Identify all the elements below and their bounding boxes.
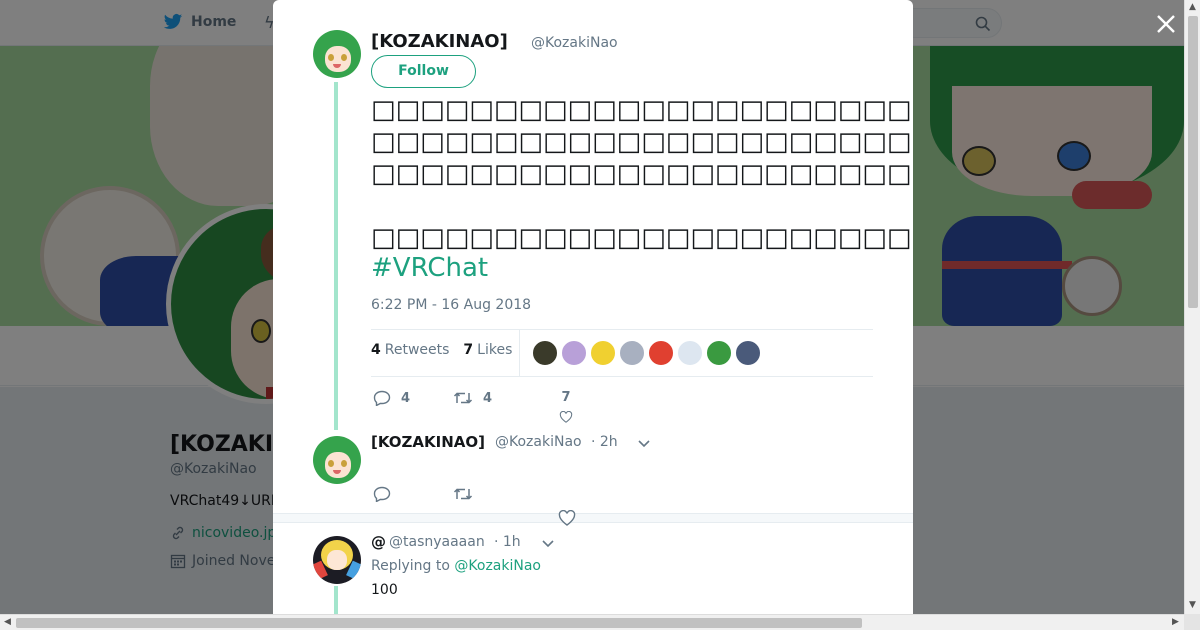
retweet-button[interactable]: [453, 486, 473, 502]
retweet-button[interactable]: 4: [453, 390, 492, 406]
scroll-left-arrow-icon[interactable]: ◀: [4, 617, 11, 627]
close-icon[interactable]: [1154, 12, 1178, 36]
divider: [371, 329, 873, 330]
reply-divider: [273, 513, 913, 523]
likes-label[interactable]: Likes: [477, 342, 512, 358]
reply-author-handle[interactable]: @tasnyaaaan: [389, 534, 485, 550]
reply-icon: [373, 390, 391, 406]
reply-author-name[interactable]: @: [371, 533, 386, 551]
liker-avatar[interactable]: [677, 340, 703, 366]
retweet-count: 4: [483, 390, 493, 406]
divider: [519, 330, 520, 376]
tweet-text-line: □□□□□□□□□□□□□□□□□□□□□□□□□□□□□□□□□□□□□□□□…: [371, 127, 913, 157]
reply-author-handle[interactable]: @KozakiNao: [495, 434, 582, 450]
scrollbar-corner: [1184, 614, 1200, 630]
tweet-text-line: □□□□□□□□□□□□□□□□□□□□□□□: [371, 159, 913, 189]
scroll-up-arrow-icon[interactable]: ▲: [1189, 2, 1196, 12]
reply-button[interactable]: 4: [373, 390, 410, 406]
tweet-modal: [KOZAKINAO] @KozakiNao Follow □□□□□□□□□□…: [273, 0, 913, 614]
replying-to: Replying to @KozakiNao: [371, 558, 541, 574]
thread-line: [334, 82, 338, 430]
reply-author-name[interactable]: [KOZAKINAO]: [371, 433, 485, 451]
scroll-right-arrow-icon[interactable]: ▶: [1172, 617, 1179, 627]
tweet-text-line: □□□□□□□□□□□□□□□□□□□□□□□□□□□□□□□□□□□□□□□□: [371, 95, 913, 125]
replying-to-handle[interactable]: @KozakiNao: [454, 558, 541, 574]
tweet-timestamp[interactable]: 6:22 PM - 16 Aug 2018: [371, 297, 531, 313]
likes-count[interactable]: 7: [463, 342, 473, 358]
vertical-scrollbar-thumb[interactable]: [1188, 16, 1198, 308]
reply-button[interactable]: [373, 486, 391, 502]
liker-avatar[interactable]: [561, 340, 587, 366]
divider: [371, 376, 873, 377]
vertical-scrollbar[interactable]: ▲ ▼: [1184, 0, 1200, 614]
retweets-label[interactable]: Retweets: [385, 342, 450, 358]
tweet-author-avatar[interactable]: [313, 30, 361, 78]
hashtag-link[interactable]: #VRChat: [371, 253, 488, 283]
reply-time[interactable]: · 1h: [494, 534, 521, 550]
like-button[interactable]: 7: [557, 390, 575, 423]
like-count: 7: [561, 390, 571, 405]
liker-avatar[interactable]: [619, 340, 645, 366]
heart-icon: [559, 411, 573, 423]
reply-icon: [373, 486, 391, 502]
reply-text: 100: [371, 582, 398, 598]
liker-avatar[interactable]: [735, 340, 761, 366]
reply-count: 4: [401, 390, 411, 406]
tweet-author-handle[interactable]: @KozakiNao: [531, 35, 618, 51]
reply-time[interactable]: · 2h: [591, 434, 618, 450]
liker-avatar[interactable]: [532, 340, 558, 366]
horizontal-scrollbar[interactable]: ◀ ▶: [0, 614, 1184, 630]
heart-icon[interactable]: [558, 510, 576, 526]
retweet-icon: [453, 392, 473, 404]
tweet-stats: 4 Retweets 7 Likes: [371, 342, 512, 358]
reply-author-avatar[interactable]: [313, 536, 361, 584]
chevron-down-icon[interactable]: [541, 537, 555, 549]
liker-avatar[interactable]: [590, 340, 616, 366]
thread-line-2: [334, 586, 338, 614]
scroll-down-arrow-icon[interactable]: ▼: [1189, 600, 1196, 610]
reply-author-avatar[interactable]: [313, 436, 361, 484]
tweet-author-name[interactable]: [KOZAKINAO]: [371, 31, 508, 52]
retweet-icon: [453, 488, 473, 500]
liker-avatars: [532, 340, 761, 366]
follow-button[interactable]: Follow: [371, 55, 476, 88]
chevron-down-icon[interactable]: [637, 437, 651, 449]
retweets-count[interactable]: 4: [371, 342, 381, 358]
liker-avatar[interactable]: [706, 340, 732, 366]
liker-avatar[interactable]: [648, 340, 674, 366]
tweet-text-line: □□□□□□□□□□□□□□□□□□□□□□□□□□□□□□□□□□□□□□□□…: [371, 223, 913, 253]
replying-to-label: Replying to: [371, 558, 450, 574]
horizontal-scrollbar-thumb[interactable]: [16, 618, 862, 628]
